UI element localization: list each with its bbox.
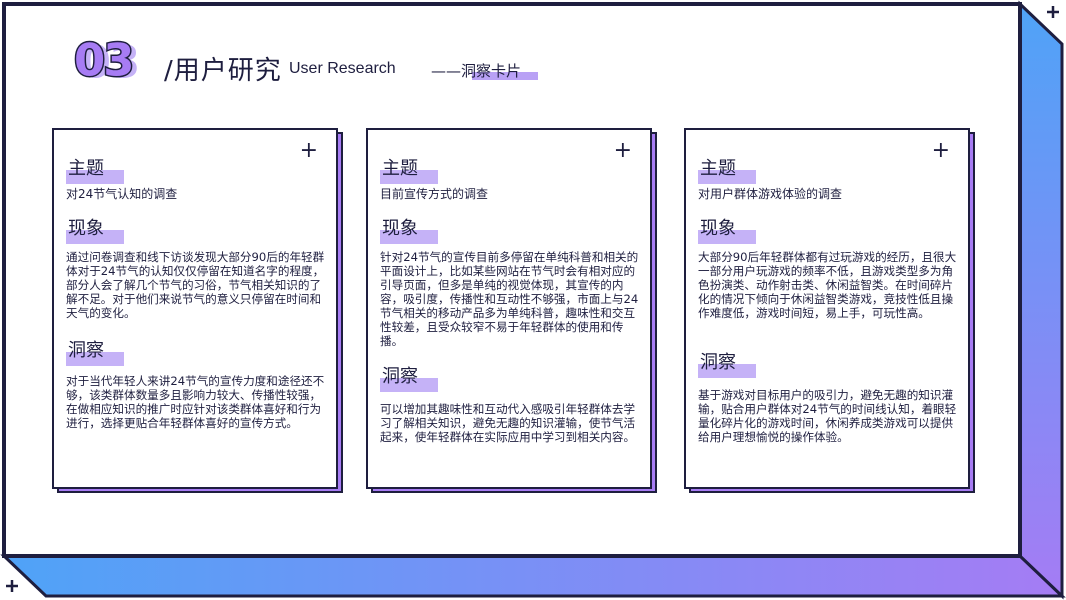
- topic-text: 对24节气认知的调查: [66, 187, 178, 201]
- plus-icon: +: [299, 138, 318, 163]
- section-number: 03 03 03: [74, 40, 140, 82]
- insight-card-1: + 主题 对24节气认知的调查 现象 通过问卷调查和线下访谈发现大部分90后的年…: [52, 128, 338, 489]
- insight-card-3: + 主题 对用户群体游戏体验的调查 现象 大部分90后年轻群体都有过玩游戏的经历…: [684, 128, 970, 489]
- page-title-en: User Research: [289, 60, 396, 77]
- insight-text: 基于游戏对目标用户的吸引力，避免无趣的知识灌输，贴合用户群体对24节气的时间线认…: [698, 388, 957, 444]
- phenomenon-heading: 现象: [698, 218, 756, 244]
- plus-icon: [6, 580, 18, 592]
- topic-heading: 主题: [380, 158, 438, 184]
- insight-text: 可以增加其趣味性和互动代入感吸引年轻群体去学习了解相关知识，避免无趣的知识灌输，…: [380, 402, 636, 444]
- topic-text: 对用户群体游戏体验的调查: [698, 187, 843, 201]
- svg-text:03: 03: [74, 40, 133, 82]
- insight-card-2: + 主题 目前宣传方式的调查 现象 针对24节气的宣传目前多停留在单纯科普和相关…: [366, 128, 652, 489]
- phenomenon-text: 通过问卷调查和线下访谈发现大部分90后的年轻群体对于24节气的认知仅仅停留在知道…: [66, 250, 325, 320]
- phenomenon-heading: 现象: [380, 218, 438, 244]
- topic-heading: 主题: [698, 158, 756, 184]
- page-title: /用户研究: [164, 56, 282, 86]
- phenomenon-text: 大部分90后年轻群体都有过玩游戏的经历，且很大一部分用户玩游戏的频率不低，且游戏…: [698, 250, 957, 320]
- insight-text: 对于当代年轻人来讲24节气的宣传力度和途径还不够，该类群体数量多且影响力较大、传…: [66, 374, 325, 430]
- slide-header: 03 03 03 /用户研究 User Research ——洞察卡片: [74, 40, 594, 86]
- insight-heading: 洞察: [66, 340, 124, 366]
- phenomenon-heading: 现象: [66, 218, 124, 244]
- page-subtitle: ——洞察卡片: [431, 62, 522, 80]
- plus-icon: +: [931, 138, 950, 163]
- topic-heading: 主题: [66, 158, 124, 184]
- topic-text: 目前宣传方式的调查: [380, 187, 489, 201]
- insight-heading: 洞察: [698, 352, 756, 378]
- plus-icon: +: [613, 138, 632, 163]
- insight-heading: 洞察: [380, 366, 438, 392]
- plus-icon: [1047, 6, 1059, 18]
- phenomenon-text: 针对24节气的宣传目前多停留在单纯科普和相关的平面设计上，比如某些网站在节气时会…: [380, 250, 639, 348]
